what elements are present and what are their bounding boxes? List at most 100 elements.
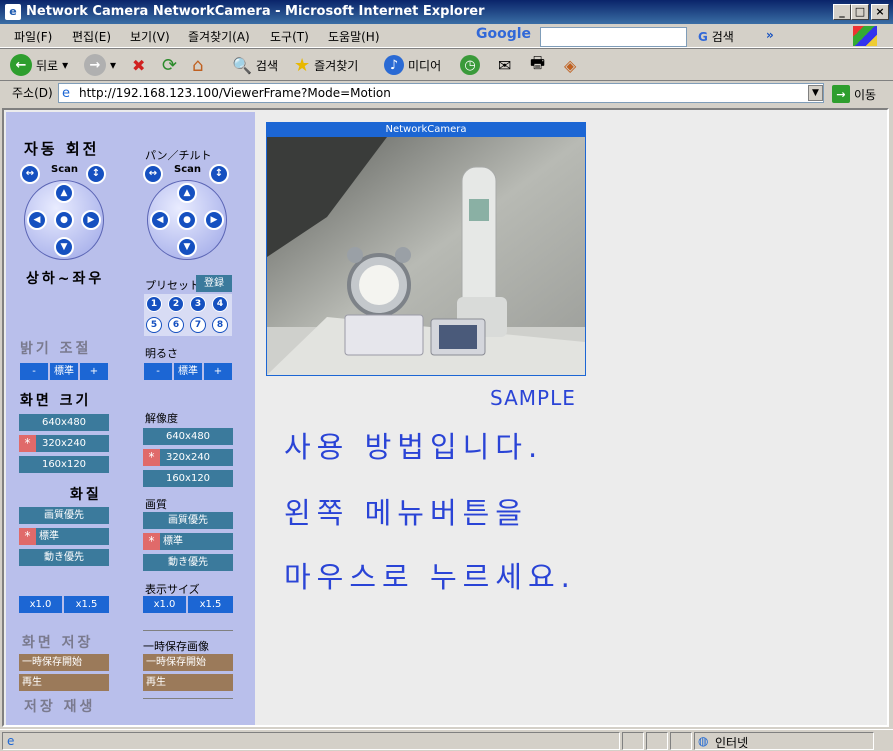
- preset-register-button[interactable]: 登録: [196, 275, 232, 292]
- close-button[interactable]: ×: [871, 4, 889, 20]
- title-bar: e Network Camera NetworkCamera - Microso…: [0, 0, 893, 24]
- ptz-pad: ▲ ▼ ◀ ▶ ●: [24, 180, 104, 260]
- back-button[interactable]: ← 뒤로 ▾: [10, 53, 68, 77]
- pan-right-button[interactable]: ▶: [81, 210, 101, 230]
- jp-zoom-1-5x-button[interactable]: x1.5: [188, 596, 233, 613]
- refresh-button[interactable]: ⟳: [162, 53, 177, 77]
- media-button[interactable]: ♪ 미디어: [384, 53, 441, 77]
- resolution-320-button[interactable]: * 320x240: [19, 435, 109, 452]
- play-button-kor[interactable]: 再生: [19, 674, 109, 691]
- history-icon: ◷: [460, 55, 480, 75]
- search-button[interactable]: 🔍 검색: [232, 53, 278, 77]
- address-dropdown-button[interactable]: ▼: [808, 85, 823, 101]
- preset-2-button[interactable]: 2: [168, 296, 184, 312]
- preset-5-button[interactable]: 5: [146, 317, 162, 333]
- instruction-line-3: 마우스로 누르세요.: [284, 560, 576, 594]
- scan-vertical-button[interactable]: ↕: [86, 164, 106, 184]
- google-search-button[interactable]: G 검색: [698, 28, 734, 45]
- vertical-arrow-icon: ↕: [91, 168, 101, 179]
- minimize-button[interactable]: _: [833, 4, 851, 20]
- brightness-plus-button[interactable]: +: [80, 363, 108, 380]
- forward-button[interactable]: → ▾: [84, 53, 116, 77]
- jp-pan-down-button[interactable]: ▼: [177, 237, 197, 257]
- maximize-button[interactable]: □: [851, 4, 869, 20]
- google-more-button[interactable]: »: [766, 28, 774, 42]
- back-arrow-icon: ←: [10, 54, 32, 76]
- jp-resolution-320-label: 320x240: [165, 452, 211, 463]
- jp-quality-motion-priority-button[interactable]: 動き優先: [143, 554, 233, 571]
- quality-standard-button[interactable]: * 標準: [19, 528, 109, 545]
- address-bar: 주소(D) e http://192.168.123.100/ViewerFra…: [0, 80, 893, 104]
- jp-resolution-640-button[interactable]: 640x480: [143, 428, 233, 445]
- pan-down-button[interactable]: ▼: [54, 237, 74, 257]
- stop-button[interactable]: ✖: [132, 53, 145, 77]
- play-button[interactable]: 再生: [143, 674, 233, 691]
- print-button[interactable]: 🖶: [530, 53, 545, 77]
- jp-resolution-320-button[interactable]: * 320x240: [143, 449, 233, 466]
- mail-button[interactable]: ✉: [498, 53, 511, 77]
- jp-pan-home-button[interactable]: ●: [177, 210, 197, 230]
- resolution-640-button[interactable]: 640x480: [19, 414, 109, 431]
- favorites-button[interactable]: ★ 즐겨찾기: [294, 53, 358, 77]
- brightness-label-jp: 明るさ: [145, 347, 178, 360]
- resolution-160-button[interactable]: 160x120: [19, 456, 109, 473]
- jp-pan-up-button[interactable]: ▲: [177, 183, 197, 203]
- menu-view[interactable]: 보기(V): [130, 28, 170, 45]
- preset-3-button[interactable]: 3: [190, 296, 206, 312]
- dropdown-icon: ▾: [110, 58, 117, 72]
- menu-tools[interactable]: 도구(T): [270, 28, 309, 45]
- jp-brightness-standard-button[interactable]: 標準: [174, 363, 202, 380]
- jp-quality-image-priority-button[interactable]: 画質優先: [143, 512, 233, 529]
- jp-quality-standard-button[interactable]: * 標準: [143, 533, 233, 550]
- preset-8-button[interactable]: 8: [212, 317, 228, 333]
- preset-7-button[interactable]: 7: [190, 317, 206, 333]
- resolution-label-jp: 解像度: [145, 412, 178, 425]
- address-url: http://192.168.123.100/ViewerFrame?Mode=…: [79, 86, 391, 100]
- messenger-button[interactable]: ◈: [564, 53, 576, 77]
- jp-scan-vertical-button[interactable]: ↕: [209, 164, 229, 184]
- jp-pan-left-button[interactable]: ◀: [150, 210, 170, 230]
- camera-view: NetworkCamera: [266, 122, 586, 376]
- pan-home-button[interactable]: ●: [54, 210, 74, 230]
- go-arrow-icon: →: [832, 85, 850, 103]
- pan-up-button[interactable]: ▲: [54, 183, 74, 203]
- forward-arrow-icon: →: [84, 54, 106, 76]
- menu-help[interactable]: 도움말(H): [328, 28, 380, 45]
- google-search-input[interactable]: [540, 27, 687, 47]
- history-button[interactable]: ◷: [460, 53, 480, 77]
- scan-horizontal-button[interactable]: ↔: [20, 164, 40, 184]
- quality-label-jp: 画質: [145, 498, 167, 511]
- zoom-1x-button[interactable]: x1.0: [19, 596, 62, 613]
- jp-resolution-160-button[interactable]: 160x120: [143, 470, 233, 487]
- go-button[interactable]: → 이동: [832, 82, 876, 106]
- jp-brightness-plus-button[interactable]: +: [204, 363, 232, 380]
- temp-save-start-button-kor[interactable]: 一時保存開始: [19, 654, 109, 671]
- jp-pan-right-button[interactable]: ▶: [204, 210, 224, 230]
- quality-motion-priority-button[interactable]: 動き優先: [19, 549, 109, 566]
- divider: [143, 630, 233, 631]
- pan-left-button[interactable]: ◀: [27, 210, 47, 230]
- jp-scan-horizontal-button[interactable]: ↔: [143, 164, 163, 184]
- jp-zoom-1x-button[interactable]: x1.0: [143, 596, 186, 613]
- zoom-1-5x-button[interactable]: x1.5: [64, 596, 109, 613]
- camera-title: NetworkCamera: [385, 124, 467, 135]
- preset-1-button[interactable]: 1: [146, 296, 162, 312]
- menu-favorites[interactable]: 즐겨찾기(A): [188, 28, 250, 45]
- address-input[interactable]: e http://192.168.123.100/ViewerFrame?Mod…: [58, 83, 824, 103]
- temp-save-start-button[interactable]: 一時保存開始: [143, 654, 233, 671]
- preset-6-button[interactable]: 6: [168, 317, 184, 333]
- brightness-minus-button[interactable]: -: [20, 363, 48, 380]
- menu-edit[interactable]: 편집(E): [72, 28, 111, 45]
- preset-4-button[interactable]: 4: [212, 296, 228, 312]
- search-icon: 🔍: [232, 55, 252, 75]
- quality-image-priority-button[interactable]: 画質優先: [19, 507, 109, 524]
- jp-ptz-pad: ▲ ▼ ◀ ▶ ●: [147, 180, 227, 260]
- save-screen-label: 화면 저장: [22, 635, 94, 651]
- google-logo[interactable]: Google: [476, 26, 531, 42]
- screen-size-label: 화면 크기: [20, 393, 92, 409]
- menu-file[interactable]: 파일(F): [14, 28, 52, 45]
- scan-label: Scan: [51, 164, 78, 175]
- brightness-standard-button[interactable]: 標準: [50, 363, 78, 380]
- jp-brightness-minus-button[interactable]: -: [144, 363, 172, 380]
- home-button[interactable]: ⌂: [192, 53, 203, 77]
